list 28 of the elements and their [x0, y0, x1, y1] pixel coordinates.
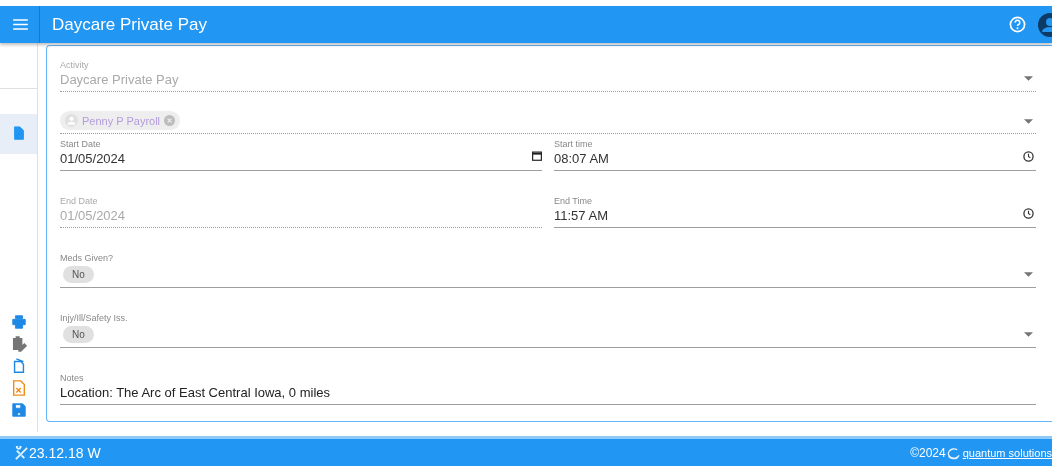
account-icon[interactable]	[1038, 12, 1052, 37]
notes-field[interactable]: Notes Location: The Arc of East Central Iowa, 0 miles	[60, 373, 1036, 405]
calendar-icon[interactable]	[532, 151, 542, 161]
menu-icon[interactable]	[13, 19, 28, 30]
date-field[interactable]: Start Date 01/05/2024	[60, 139, 542, 171]
clipboard-edit-icon[interactable]	[10, 336, 27, 352]
dropdown-caret-icon[interactable]	[1024, 272, 1033, 277]
swirl-logo-icon	[945, 446, 961, 460]
help-icon[interactable]	[1009, 16, 1026, 33]
spreadsheet-file-icon[interactable]	[10, 380, 27, 396]
print-icon[interactable]	[10, 314, 27, 330]
time-field[interactable]: Start time 08:07 AM	[554, 139, 1036, 171]
choice-select[interactable]: Meds Given? No	[60, 253, 1036, 288]
person-icon	[65, 114, 78, 127]
brand-link[interactable]: quantum solutions	[962, 447, 1052, 459]
choice-chip[interactable]: No	[63, 326, 94, 343]
clock-icon[interactable]	[1023, 151, 1034, 162]
save-icon[interactable]	[10, 402, 27, 418]
copyright-text: ©2024	[910, 446, 946, 460]
choice-select[interactable]: Injy/Ill/Safety Iss. No	[60, 313, 1036, 348]
page-title: Daycare Private Pay	[52, 14, 208, 35]
time-field[interactable]: End Time 11:57 AM	[554, 196, 1036, 228]
version-text: 23.12.18 W	[29, 445, 101, 461]
clock-icon[interactable]	[1023, 208, 1034, 219]
choice-chip[interactable]: No	[63, 266, 94, 283]
person-name: Penny P Payroll	[82, 114, 161, 127]
sidebar-item[interactable]	[0, 114, 37, 154]
dropdown-caret-icon[interactable]	[1024, 332, 1033, 337]
